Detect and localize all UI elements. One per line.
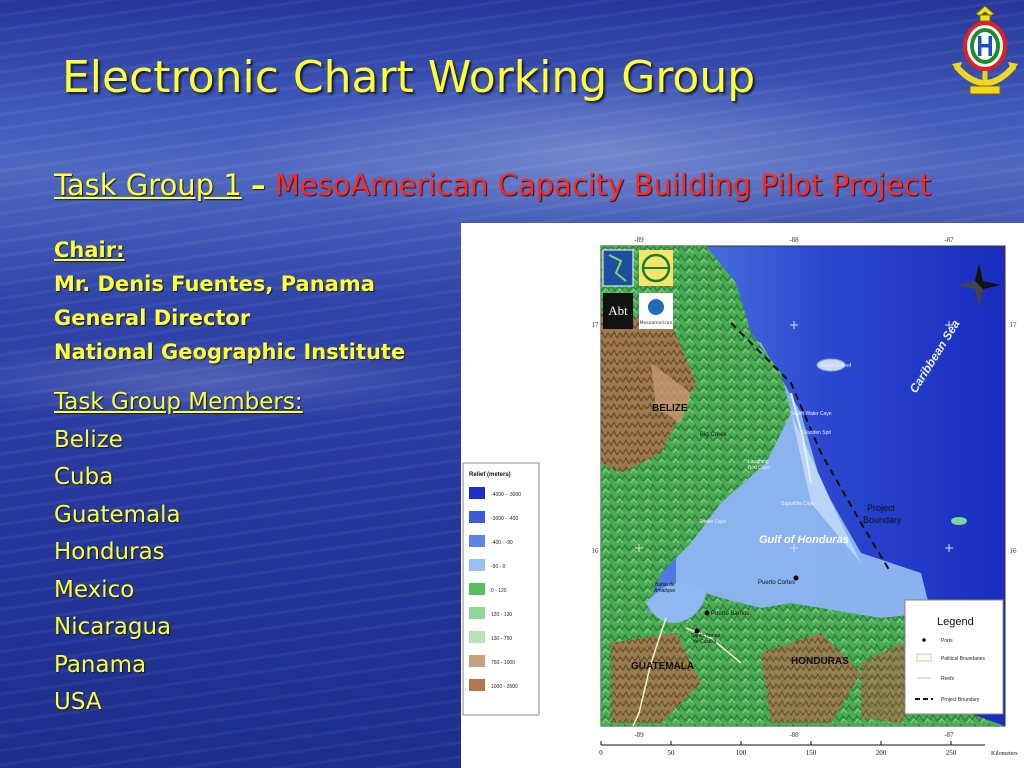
relief-label: 1000 - 2600 [491, 684, 518, 690]
label-gladden-spit: Gladden Spit [802, 430, 832, 436]
map-legend-title: Legend [937, 616, 974, 628]
project-name: MesoAmerican Capacity Building Pilot Pro… [274, 168, 931, 202]
relief-swatch [469, 511, 485, 523]
relief-label: 130 - 750 [491, 636, 512, 642]
member-item: Honduras [54, 539, 165, 565]
tick-label: 16 [1010, 547, 1018, 555]
label-bahia-amatique: Amatique [653, 588, 675, 594]
legend-item-label: Reefs [941, 676, 955, 682]
relief-swatch [469, 583, 485, 595]
member-item: Belize [54, 426, 123, 453]
relief-label: -400 - -90 [491, 540, 513, 546]
label-santo-tomas: de Castilla [693, 639, 717, 645]
label-laughing-bird: Bird Caye [748, 465, 770, 471]
member-item: Mexico [54, 576, 135, 603]
scale-unit: Kilometers [991, 751, 1018, 757]
relief-swatch [469, 487, 485, 499]
label-gulf-of-honduras: Gulf of Honduras [759, 534, 849, 546]
abt-logo-text: Abt [608, 303, 628, 318]
chair-role: General Director [54, 306, 251, 330]
relief-label: -3000 - -400 [491, 516, 518, 522]
member-item: Panama [54, 651, 147, 678]
legend-item-label: Ports [941, 638, 953, 644]
slide-subtitle: Task Group 1 – MesoAmerican Capacity Bui… [54, 168, 931, 202]
scale-tick-label: 0 [599, 749, 603, 757]
tick-label: -87 [944, 236, 954, 244]
members-block: Task Group Members: Belize Cuba Guatemal… [54, 384, 303, 722]
relief-label: 750 - 1000 [491, 660, 515, 666]
scale-tick-label: 250 [946, 749, 957, 757]
member-item: Guatemala [54, 501, 181, 528]
label-snake-cays: Snake Cays [699, 519, 726, 525]
label-sapodilla-cays: Sapodilla Cays [781, 501, 815, 507]
label-south-water-caye: South Water Caye [791, 411, 832, 417]
relief-swatch [469, 559, 485, 571]
member-item: USA [54, 689, 102, 715]
scale-tick-label: 150 [806, 749, 817, 757]
tick-label: -88 [789, 731, 799, 739]
member-item: Cuba [54, 464, 114, 490]
relief-swatch [469, 607, 485, 619]
member-item: Nicaragua [54, 614, 172, 640]
label-puerto-barrios: Puerto Barrios [711, 611, 749, 617]
relief-legend: Relief (meters) -4000 - -3000 -3000 - -40… [462, 462, 540, 716]
tick-label: 17 [1010, 321, 1018, 329]
label-project-boundary: Project [867, 503, 896, 513]
map-legend: Legend Ports Political Boundaries Reefs … [904, 599, 1004, 715]
task-group-link[interactable]: Task Group 1 [54, 168, 242, 202]
scale-bar: 0 50 100 150 200 250 Kilometers [599, 741, 1018, 757]
tick-label: -87 [944, 731, 954, 739]
label-guatemala: GUATEMALA [631, 661, 694, 672]
relief-label: -90 - 0 [491, 564, 506, 570]
logo-small-text: Mesoamerican [640, 320, 673, 326]
relief-label: -4000 - -3000 [491, 492, 521, 498]
relief-legend-title: Relief (meters) [469, 472, 511, 478]
chair-block: Chair: Mr. Denis Fuentes, Panama General… [54, 233, 405, 369]
subtitle-dash: – [250, 168, 266, 202]
label-honduras: HONDURAS [791, 656, 849, 667]
chair-name: Mr. Denis Fuentes, Panama [54, 272, 375, 296]
chair-label: Chair: [54, 238, 125, 262]
pilot-project-map: Abt Mesoamerican -89 -88 -87 -89 -88 -87… [461, 223, 1024, 768]
iho-crest-icon [948, 2, 1022, 100]
relief-label: 0 - 120 [491, 588, 507, 594]
scale-tick-label: 100 [736, 749, 747, 757]
tick-label: 17 [592, 321, 600, 329]
scale-tick-label: 50 [668, 749, 676, 757]
scale-tick-label: 200 [876, 749, 887, 757]
label-glovers-reef: Glover's Reef [821, 363, 852, 369]
relief-swatch [469, 631, 485, 643]
tick-label: -89 [634, 731, 644, 739]
tick-label: 16 [592, 547, 600, 555]
label-belize: BELIZE [652, 403, 688, 414]
legend-item-label: Project Boundary [941, 697, 980, 703]
relief-label: 120 - 130 [491, 612, 512, 618]
tick-label: -88 [789, 236, 799, 244]
label-project-boundary: Boundary [863, 515, 902, 525]
slide-title: Electronic Chart Working Group [62, 52, 756, 103]
relief-swatch [469, 679, 485, 691]
label-big-creek: Big Creek [700, 432, 727, 438]
chair-org: National Geographic Institute [54, 340, 406, 364]
relief-swatch [469, 655, 485, 667]
tick-label: -89 [634, 236, 644, 244]
label-puerto-cortes: Puerto Cortes [758, 580, 795, 586]
relief-swatch [469, 535, 485, 547]
legend-item-label: Political Boundaries [941, 656, 985, 662]
members-label[interactable]: Task Group Members: [54, 384, 303, 422]
